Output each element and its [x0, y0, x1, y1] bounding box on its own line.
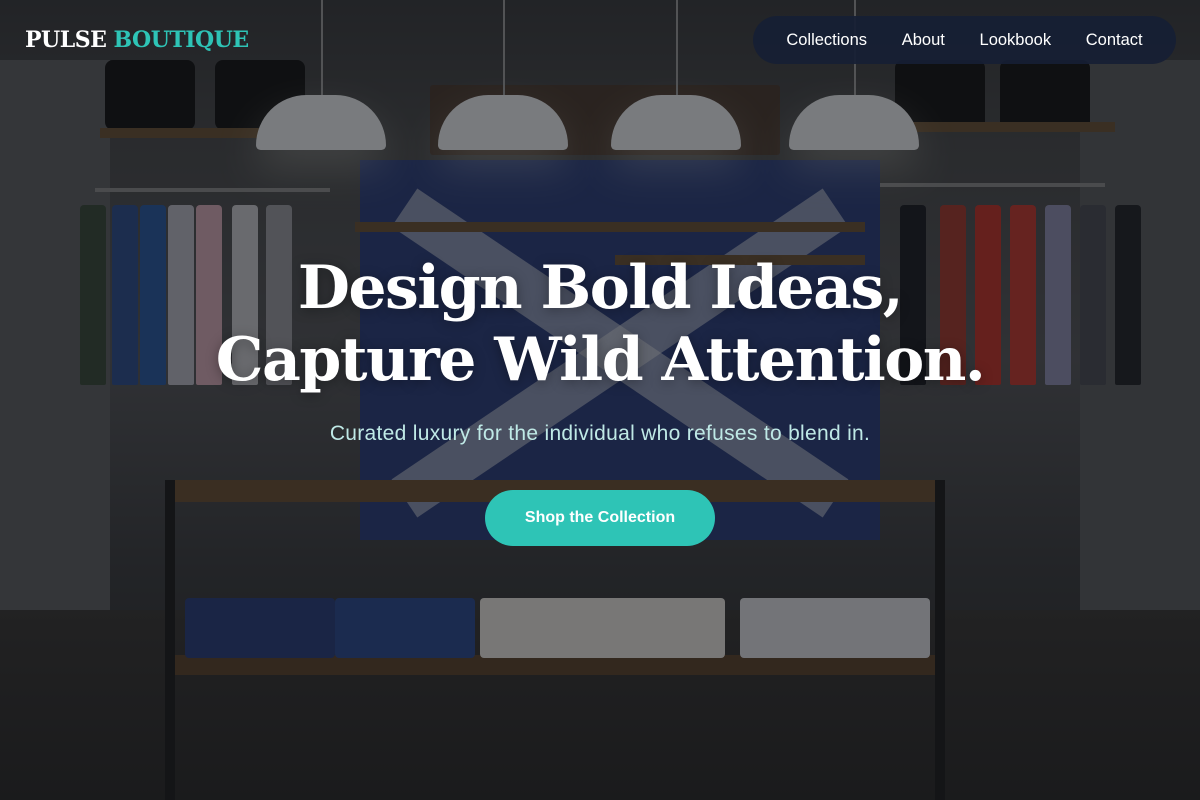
nav-link-contact[interactable]: Contact — [1086, 31, 1143, 50]
brand-logo[interactable]: PULSE BOUTIQUE — [25, 27, 249, 53]
nav-link-collections[interactable]: Collections — [786, 31, 867, 50]
main-nav: Collections About Lookbook Contact — [753, 16, 1176, 64]
nav-link-lookbook[interactable]: Lookbook — [980, 31, 1052, 50]
nav-link-about[interactable]: About — [902, 31, 945, 50]
hero-title-line-2: Capture Wild Attention. — [215, 325, 986, 395]
hero-title-line-1: Design Bold Ideas, — [297, 253, 904, 323]
shop-collection-button[interactable]: Shop the Collection — [485, 490, 715, 546]
hero-subtitle: Curated luxury for the individual who re… — [329, 422, 871, 445]
brand-name-accent: BOUTIQUE — [113, 27, 250, 53]
brand-name-primary: PULSE — [25, 27, 107, 53]
hero-title: Design Bold Ideas, Capture Wild Attentio… — [0, 252, 1200, 396]
hero-section: Design Bold Ideas, Capture Wild Attentio… — [0, 252, 1200, 546]
